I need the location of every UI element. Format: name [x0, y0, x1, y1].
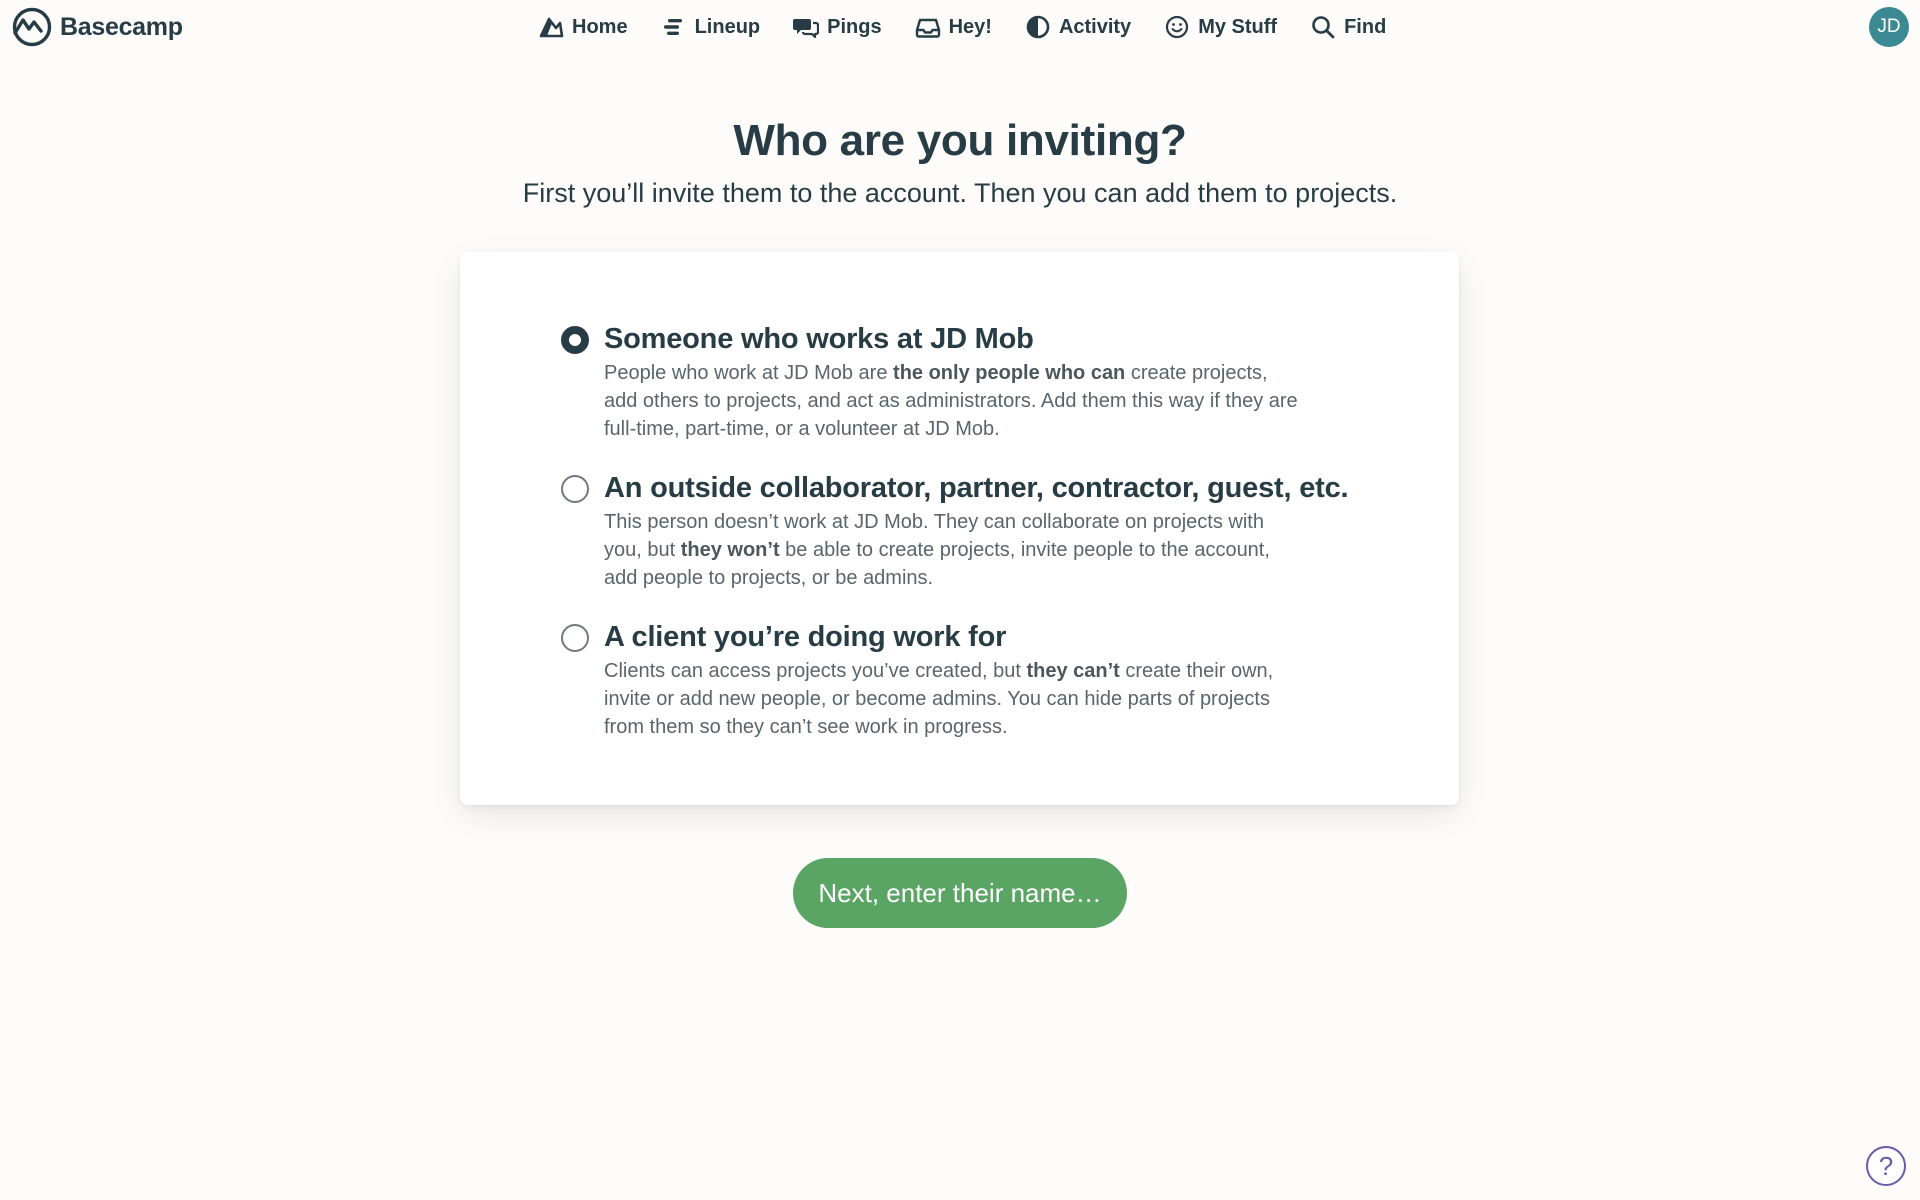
nav-item-my-stuff[interactable]: My Stuff — [1164, 14, 1277, 40]
option-employee-desc-emphasis: the only people who can — [893, 362, 1126, 384]
option-collaborator-description: This person doesn’t work at JD Mob. They… — [604, 508, 1304, 592]
page-subtitle: First you’ll invite them to the account.… — [522, 178, 1398, 208]
option-client-desc-text: Clients can access projects you’ve creat… — [604, 660, 1027, 682]
nav-label-home: Home — [572, 15, 628, 38]
home-icon — [539, 17, 564, 38]
user-avatar[interactable]: JD — [1869, 7, 1909, 47]
nav-label-activity: Activity — [1058, 15, 1132, 38]
nav-label-hey: Hey! — [948, 15, 992, 38]
option-employee-title: Someone who works at JD Mob — [604, 323, 1034, 355]
nav-item-activity[interactable]: Activity — [1025, 14, 1131, 40]
nav-item-hey[interactable]: Hey! — [915, 14, 992, 40]
lineup-icon — [663, 19, 682, 35]
search-icon — [1312, 16, 1335, 39]
page-title: Who are you inviting? — [733, 116, 1187, 165]
option-client-title: A client you’re doing work for — [604, 621, 1007, 653]
radio-collaborator[interactable] — [561, 475, 589, 503]
invite-type-card: Someone who works at JD Mob People who w… — [460, 252, 1459, 805]
brand-name: Basecamp — [60, 12, 183, 41]
nav-label-pings: Pings — [827, 15, 882, 38]
main-nav: Home Lineup Pings Hey! Activity My Stuff… — [538, 0, 1386, 54]
nav-label-find: Find — [1344, 15, 1387, 38]
option-client-desc-emphasis: they can’t — [1026, 660, 1120, 682]
option-collaborator-title: An outside collaborator, partner, contra… — [604, 472, 1349, 504]
nav-item-home[interactable]: Home — [538, 14, 628, 40]
nav-item-lineup[interactable]: Lineup — [661, 14, 761, 40]
option-collaborator-desc-emphasis: they won’t — [680, 539, 780, 561]
basecamp-logo[interactable]: Basecamp — [10, 7, 183, 47]
pings-icon — [793, 19, 820, 39]
nav-label-lineup: Lineup — [694, 15, 761, 38]
activity-icon — [1026, 15, 1050, 39]
basecamp-logo-icon — [12, 7, 52, 47]
option-client-description: Clients can access projects you’ve creat… — [604, 657, 1304, 741]
radio-employee[interactable] — [561, 326, 589, 354]
smiley-icon — [1166, 15, 1189, 39]
help-icon[interactable]: ? — [1866, 1146, 1906, 1186]
nav-item-pings[interactable]: Pings — [793, 14, 882, 40]
option-employee-description: People who work at JD Mob are the only p… — [604, 359, 1304, 443]
next-enter-name-button[interactable]: Next, enter their name… — [793, 858, 1127, 928]
radio-client[interactable] — [561, 624, 589, 652]
top-navigation: Basecamp Home Lineup Pings Hey! Activity… — [0, 0, 1920, 54]
option-employee-desc-text: People who work at JD Mob are — [604, 362, 894, 384]
nav-item-find[interactable]: Find — [1310, 14, 1386, 40]
hey-inbox-icon — [915, 18, 940, 38]
nav-label-my-stuff: My Stuff — [1198, 15, 1278, 38]
